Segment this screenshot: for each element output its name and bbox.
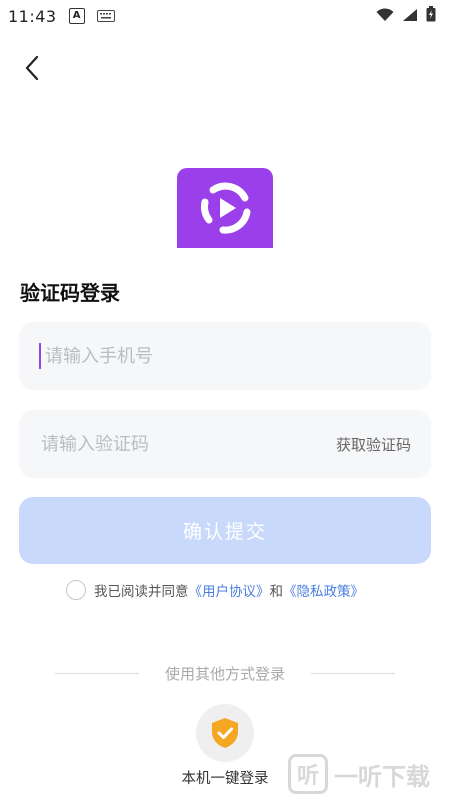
chevron-left-icon — [25, 55, 39, 81]
one-key-login-button[interactable] — [196, 704, 254, 762]
keyboard-icon — [96, 7, 115, 26]
text-caret — [39, 343, 41, 369]
wifi-icon — [376, 7, 394, 26]
watermark-text: 一听下载 — [334, 762, 430, 791]
code-field[interactable]: 获取验证码 — [19, 410, 431, 478]
user-agreement-link[interactable]: 《用户协议》 — [189, 580, 270, 600]
shield-check-icon — [212, 718, 238, 748]
other-login-divider: 使用其他方式登录 — [55, 662, 395, 684]
verification-code-input[interactable] — [39, 432, 336, 456]
agreement-checkbox[interactable] — [66, 580, 86, 600]
privacy-policy-link[interactable]: 《隐私政策》 — [283, 580, 364, 600]
agreement-prefix: 我已阅读并同意 — [94, 584, 189, 600]
signal-icon — [402, 7, 418, 26]
watermark-logo: 听 — [288, 754, 328, 794]
divider-line-left — [55, 672, 139, 674]
a-notification-icon: A — [68, 8, 85, 24]
agreement-and: 和 — [269, 584, 284, 600]
phone-input[interactable] — [43, 344, 411, 368]
play-logo-icon — [201, 182, 251, 234]
other-login-text: 使用其他方式登录 — [164, 664, 285, 683]
app-logo — [177, 168, 273, 248]
battery-icon — [426, 6, 436, 26]
get-code-button[interactable]: 获取验证码 — [336, 434, 411, 455]
submit-button[interactable]: 确认提交 — [19, 497, 431, 564]
status-time: 11:43 — [8, 6, 57, 26]
phone-field[interactable] — [19, 322, 431, 390]
divider-line-right — [310, 672, 395, 674]
watermark: 听 一听下载 — [288, 748, 450, 800]
back-button[interactable] — [18, 52, 46, 84]
page-title: 验证码登录 — [20, 281, 120, 305]
status-bar: 11:43 A — [0, 0, 450, 32]
agreement-row: 我已阅读并同意 《用户协议》 和 《隐私政策》 — [66, 578, 364, 602]
